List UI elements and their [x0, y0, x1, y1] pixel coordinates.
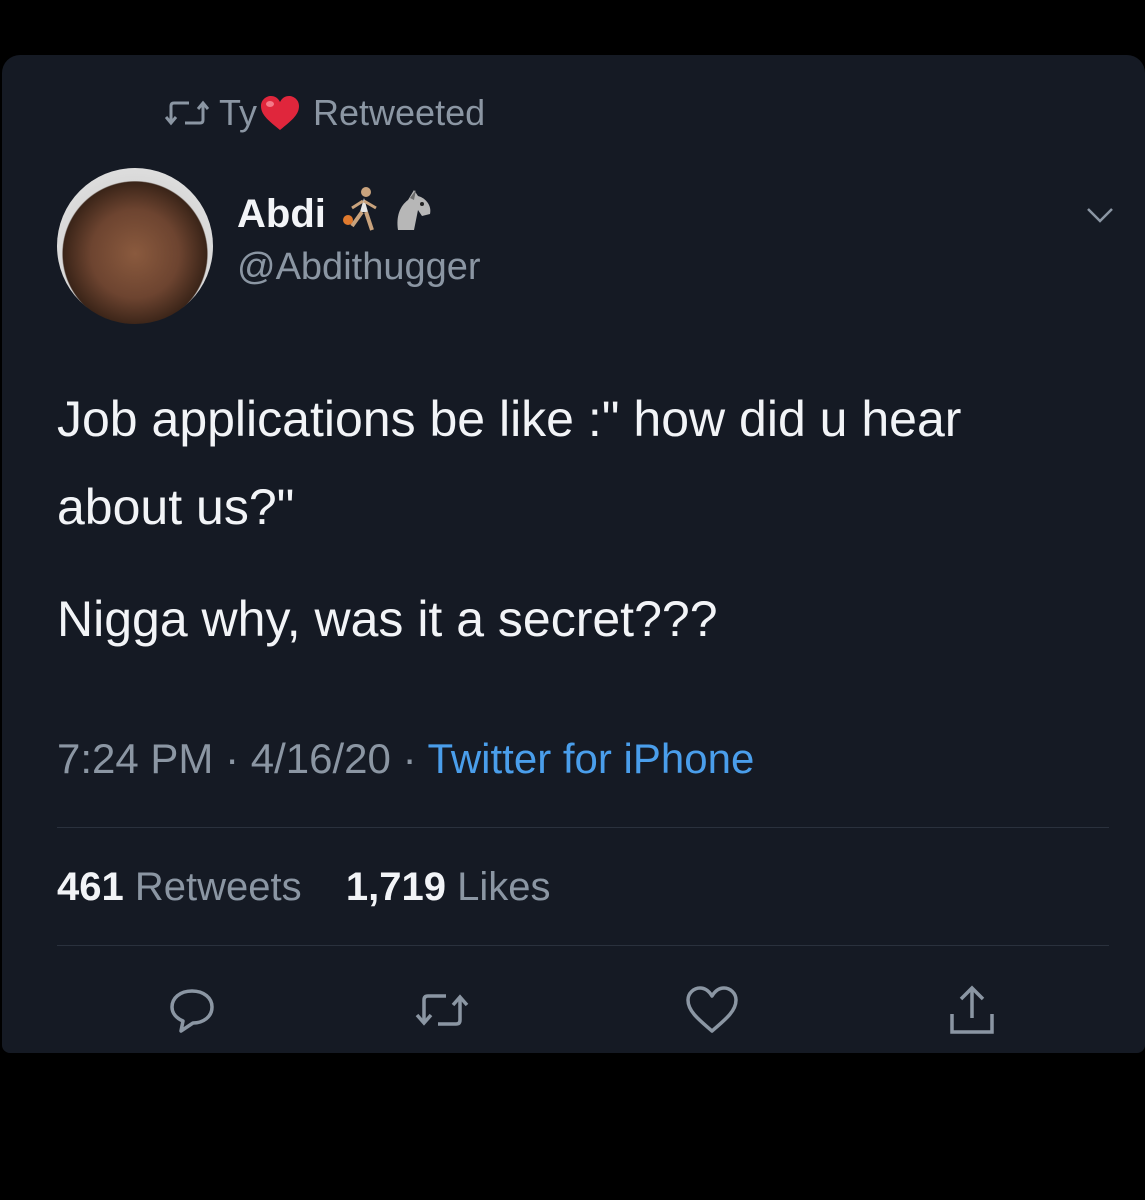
divider — [57, 945, 1109, 946]
likes-stat[interactable]: 1,719 Likes — [346, 865, 551, 909]
reply-icon — [170, 989, 214, 1033]
tweet-date: 4/16/20 — [250, 735, 391, 782]
share-button[interactable] — [942, 980, 1002, 1040]
meta-separator: · — [402, 735, 417, 782]
reply-button[interactable] — [162, 980, 222, 1040]
user-handle[interactable]: @Abdithugger — [237, 246, 481, 289]
tweet-text-line: Nigga why, was it a secret??? — [57, 591, 718, 647]
tweet-stats: 461 Retweets 1,719 Likes — [57, 865, 551, 910]
retweeted-label: Retweeted — [313, 92, 486, 133]
retweets-count: 461 — [57, 865, 124, 909]
red-heart-emoji-icon — [259, 94, 301, 132]
share-icon — [950, 985, 994, 1034]
basketball-player-emoji-icon — [340, 186, 384, 242]
meta-separator: · — [225, 735, 240, 782]
retweet-icon — [415, 994, 469, 1026]
retweet-header: Ty Retweeted — [165, 92, 486, 134]
retweets-stat[interactable]: 461 Retweets — [57, 865, 313, 909]
heart-icon — [686, 986, 738, 1033]
likes-label: Likes — [457, 865, 551, 909]
chevron-down-icon[interactable] — [1085, 205, 1115, 225]
horse-emoji-icon — [390, 186, 436, 242]
tweet-text-line: Job applications be like :" how did u he… — [57, 391, 962, 535]
retweets-label: Retweets — [134, 865, 302, 909]
tweet-time: 7:24 PM — [57, 735, 214, 782]
retweeter-name[interactable]: Ty — [219, 92, 257, 134]
retweet-icon — [165, 98, 209, 128]
avatar[interactable] — [57, 168, 213, 324]
tweet-text: Job applications be like :" how did u he… — [57, 375, 1077, 663]
likes-count: 1,719 — [345, 865, 446, 909]
user-block[interactable]: Abdi @Abdithugger — [237, 187, 481, 289]
tweet-card[interactable]: Ty Retweeted Abdi @Abdithugger Job appli… — [2, 55, 1145, 1053]
tweet-actions — [2, 980, 1145, 1040]
divider — [57, 827, 1109, 828]
like-button[interactable] — [682, 980, 742, 1040]
tweet-source-link[interactable]: Twitter for iPhone — [428, 735, 755, 782]
retweet-button[interactable] — [412, 980, 472, 1040]
display-name[interactable]: Abdi — [237, 192, 326, 237]
tweet-meta: 7:24 PM · 4/16/20 · Twitter for iPhone — [57, 735, 754, 783]
